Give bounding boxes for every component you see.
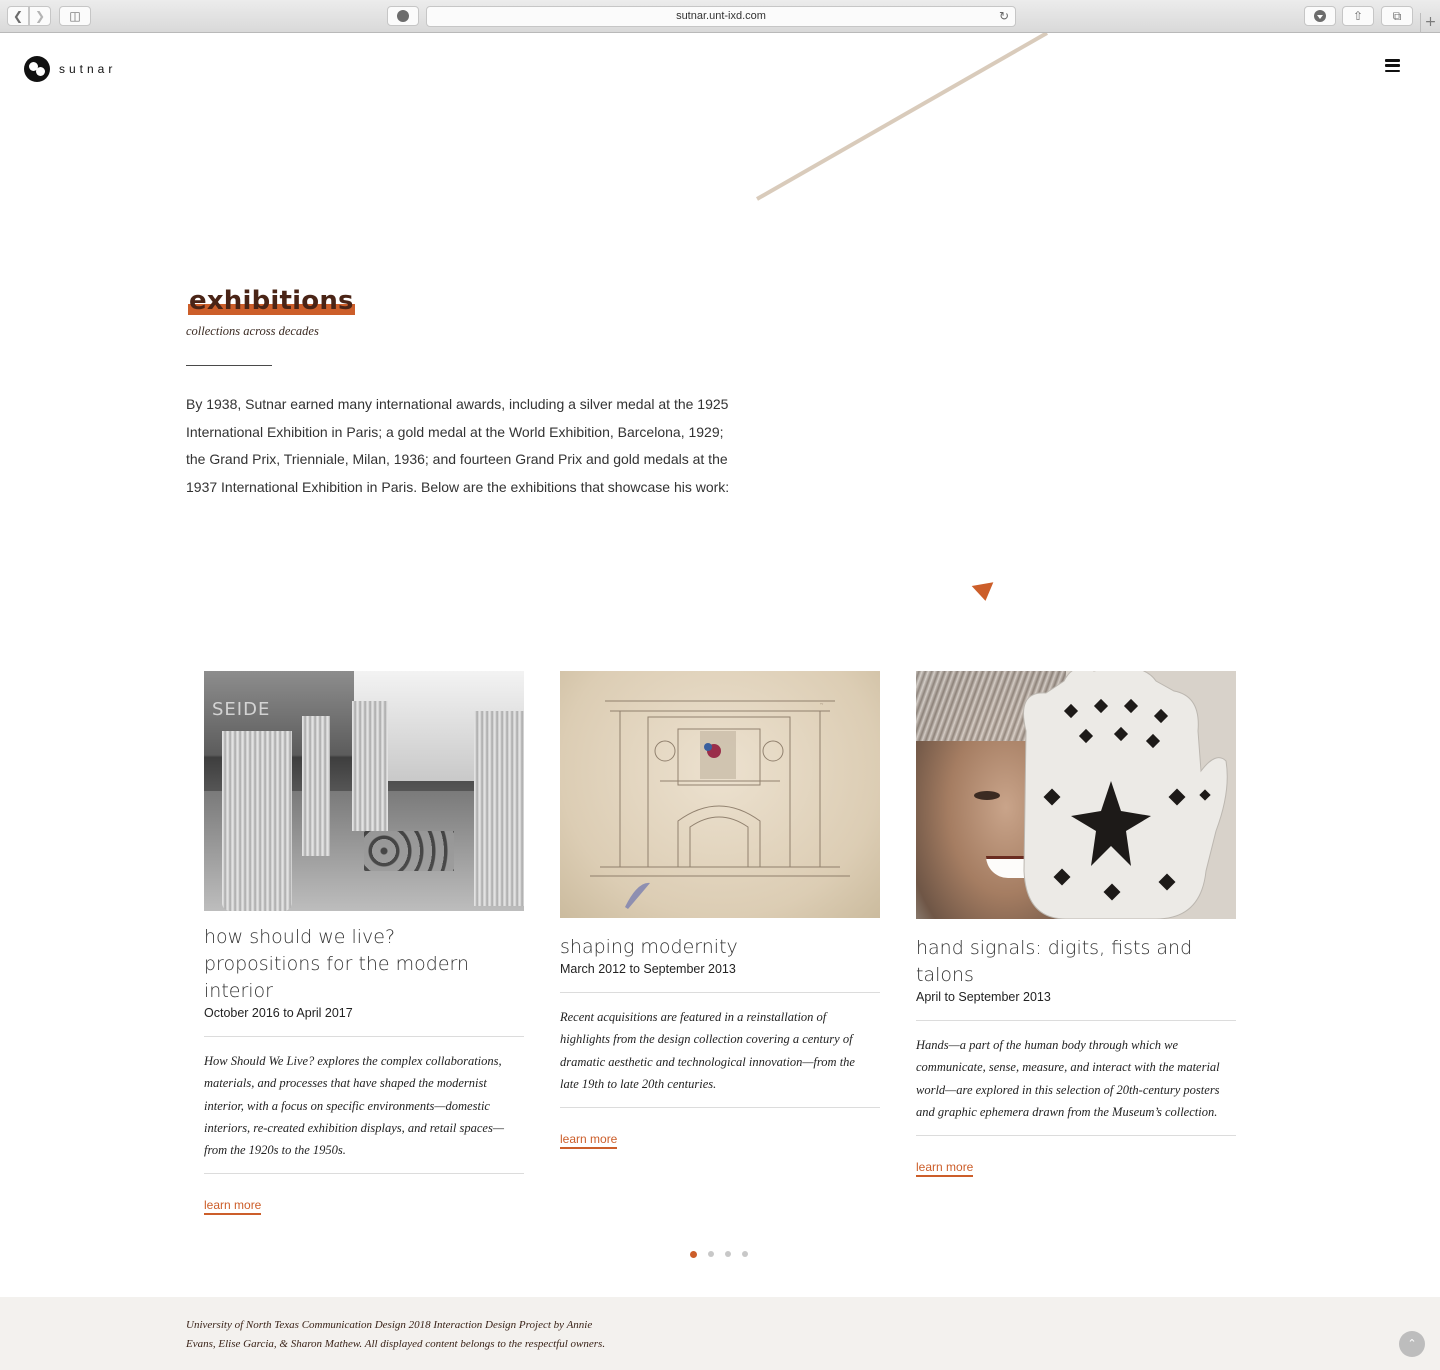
image-sign-text: SEIDE [212, 699, 271, 720]
exhibition-card: hand signals: digits, fists and talons A… [916, 671, 1236, 1178]
pinterest-icon[interactable] [387, 6, 419, 26]
page-title: exhibitions [189, 286, 354, 316]
url-text: sutnar.unt-ixd.com [676, 10, 766, 22]
card-date: October 2016 to April 2017 [204, 1006, 353, 1020]
exhibition-image[interactable]: ~ [560, 671, 880, 918]
card-title: how should we live? propositions for the… [204, 926, 470, 1002]
forward-icon[interactable]: ❯ [29, 6, 51, 26]
card-date: April to September 2013 [916, 990, 1051, 1004]
site-logo[interactable]: sutnar [24, 56, 116, 82]
address-bar[interactable]: sutnar.unt-ixd.com ↻ [426, 6, 1016, 27]
tabs-icon[interactable]: ⧉ [1381, 6, 1413, 26]
sidebar-icon[interactable]: ◫ [59, 6, 91, 26]
title-wrap: exhibitions [186, 284, 355, 318]
divider [204, 1036, 524, 1037]
card-description: How Should We Live? explores the complex… [204, 1054, 504, 1158]
carousel-dot[interactable] [708, 1251, 714, 1257]
mitten-illustration [1023, 671, 1228, 919]
card-title: shaping modernity [560, 936, 738, 958]
learn-more-link[interactable]: learn more [916, 1160, 974, 1178]
back-icon[interactable]: ❮ [7, 6, 29, 26]
share-icon[interactable]: ⇧ [1342, 6, 1374, 26]
exhibition-image[interactable]: SEIDE [204, 671, 524, 911]
exhibition-image[interactable] [916, 671, 1236, 919]
site-footer: University of North Texas Communication … [0, 1297, 1440, 1370]
card-date: March 2012 to September 2013 [560, 962, 736, 976]
learn-more-link[interactable]: learn more [204, 1198, 262, 1216]
divider [916, 1020, 1236, 1021]
exhibition-card: SEIDE how should we live? propositions f… [204, 671, 524, 1216]
card-description: Recent acquisitions are featured in a re… [560, 1010, 855, 1091]
browser-toolbar: ❮ ❯ ◫ sutnar.unt-ixd.com ↻ ⇧ ⧉ + [0, 0, 1440, 33]
chevron-up-icon[interactable]: ⌃ [1399, 1331, 1425, 1357]
card-description: Hands—a part of the human body through w… [916, 1038, 1220, 1119]
new-tab-icon[interactable]: + [1420, 13, 1440, 33]
divider [186, 365, 272, 366]
footer-credits: University of North Texas Communication … [186, 1319, 606, 1350]
carousel-dot[interactable] [742, 1251, 748, 1257]
carousel-dot[interactable] [725, 1251, 731, 1257]
divider [916, 1135, 1236, 1137]
carousel-pagination [690, 1250, 759, 1258]
decorative-diagonal-line [756, 33, 1048, 201]
logo-text: sutnar [59, 62, 117, 76]
exhibition-card: ~ shaping modernity March 2012 to Septem… [560, 671, 880, 1150]
carousel-dot[interactable] [690, 1250, 697, 1258]
page-subtitle: collections across decades [186, 324, 319, 338]
logo-mark-icon [24, 56, 50, 82]
card-title: hand signals: digits, fists and talons [916, 937, 1193, 986]
architectural-drawing: ~ [590, 700, 850, 909]
intro-paragraph: By 1938, Sutnar earned many internationa… [186, 396, 730, 495]
divider [560, 992, 880, 993]
svg-text:~: ~ [820, 702, 824, 708]
learn-more-link[interactable]: learn more [560, 1132, 618, 1150]
hamburger-menu-icon[interactable] [1385, 59, 1400, 73]
download-icon[interactable] [1304, 6, 1336, 26]
intro-section: exhibitions collections across decades B… [186, 284, 746, 501]
scroll-down-icon[interactable] [971, 582, 997, 603]
divider [560, 1107, 880, 1109]
reload-icon[interactable]: ↻ [999, 7, 1009, 26]
divider [204, 1173, 524, 1175]
